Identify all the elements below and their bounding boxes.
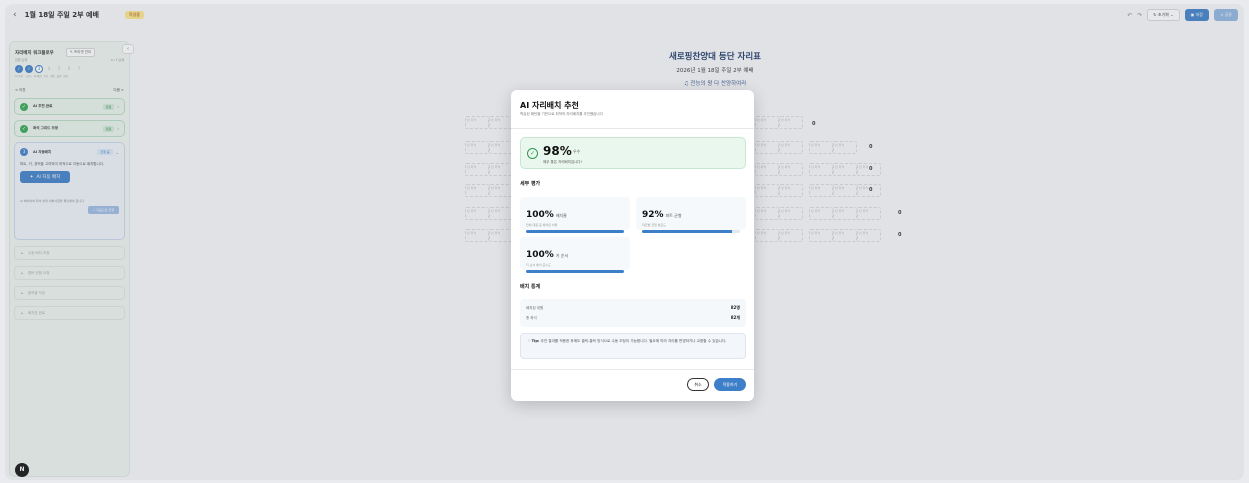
metric-name: 키 순서 (555, 253, 569, 258)
metric-name: 배치율 (555, 213, 567, 218)
apply-button[interactable]: 적용하기 (714, 378, 746, 391)
divider (511, 369, 754, 370)
stat-label: 총 좌석 (526, 315, 537, 320)
metric-placement-rate: 100% 배치율 전체 대원 중 배치된 비율 (520, 197, 630, 233)
tip-text: 추천 결과를 적용한 후에도 클릭-클릭 방식으로 수동 조정이 가능합니다. … (540, 339, 727, 343)
score-message: 매우 좋은 자리배치입니다! (543, 160, 583, 164)
modal-description: 학습된 패턴을 기반으로 최적의 자리배치를 추천했습니다 (520, 112, 603, 116)
app-frame: ‹ 1월 18일 주일 2부 예배 작성중 ↶ ↷ ↻ 초기화 ⌄ ▣ 저장 ⋖… (5, 4, 1244, 480)
detail-section-title: 세부 평가 (520, 181, 541, 187)
cancel-button[interactable]: 취소 (687, 378, 709, 391)
score-grade: 우수 (573, 149, 581, 154)
score-value: 98% (543, 144, 572, 158)
metric-progress-bar (526, 230, 624, 233)
divider (511, 128, 754, 129)
metric-value: 92% (642, 210, 664, 220)
tip-label: Tip: (531, 339, 540, 343)
placement-stats: 배치된 대원 82명 총 좌석 82개 (520, 299, 746, 327)
metric-value: 100% (526, 210, 554, 220)
stat-label: 배치된 대원 (526, 305, 544, 310)
overall-score-card: ✓ 98% 우수 매우 좋은 자리배치입니다! (520, 137, 746, 169)
ai-recommend-modal: AI 자리배치 추천 학습된 패턴을 기반으로 최적의 자리배치를 추천했습니다… (511, 90, 754, 401)
metric-desc: 키 순서 배치 준수도 (526, 263, 551, 267)
metric-part-balance: 92% 파트 균형 파트별 균형 분포도 (636, 197, 746, 233)
modal-title: AI 자리배치 추천 (520, 101, 579, 110)
stat-row: 총 좌석 82개 (526, 313, 740, 323)
metric-desc: 전체 대원 중 배치된 비율 (526, 223, 558, 227)
metric-height-order: 100% 키 순서 키 순서 배치 준수도 (520, 237, 630, 273)
metric-desc: 파트별 균형 분포도 (642, 223, 666, 227)
metric-value: 100% (526, 250, 554, 260)
metric-progress-bar (526, 270, 624, 273)
metric-name: 파트 균형 (665, 213, 682, 218)
tip-box: 💡︎ Tip: 추천 결과를 적용한 후에도 클릭-클릭 방식으로 수동 조정이… (520, 333, 746, 359)
stat-value: 82명 (730, 305, 740, 310)
stat-value: 82개 (730, 315, 740, 320)
metric-progress-bar (642, 230, 740, 233)
stat-row: 배치된 대원 82명 (526, 303, 740, 313)
check-circle-icon: ✓ (527, 148, 538, 159)
stats-section-title: 배치 통계 (520, 284, 541, 290)
